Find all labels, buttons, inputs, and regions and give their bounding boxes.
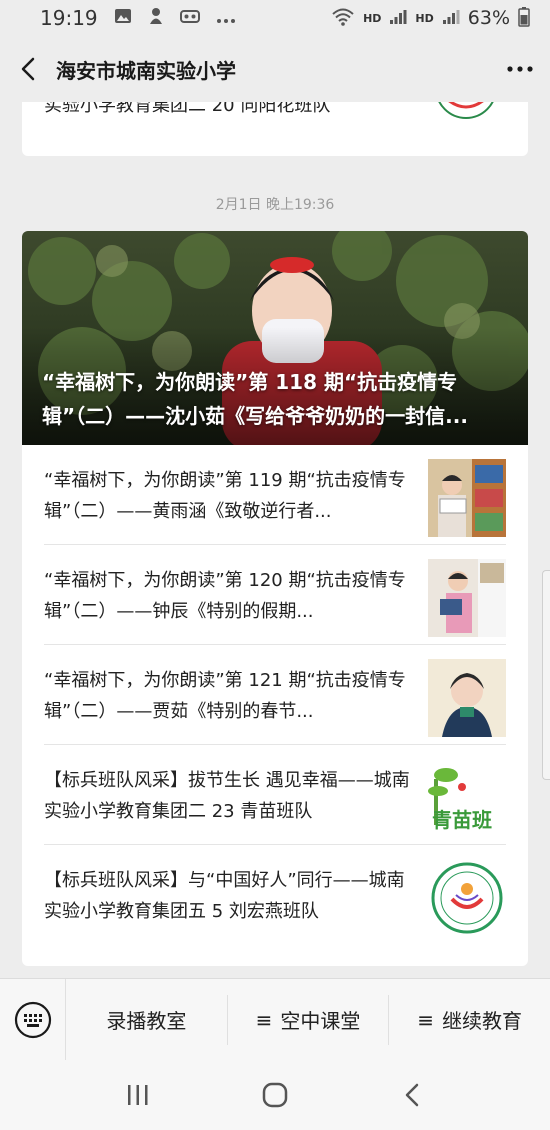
article-item[interactable]: “幸福树下，为你朗读”第 121 期“抗击疫情专辑”（二）——贾茹《特别的春节.… <box>44 645 506 745</box>
more-options-button[interactable] <box>490 36 550 102</box>
signal-icon <box>442 9 460 28</box>
more-dots-icon <box>507 66 533 72</box>
back-button[interactable] <box>0 36 56 102</box>
menu-item-label: 空中课堂 <box>280 1009 361 1033</box>
home-button[interactable] <box>245 1065 305 1125</box>
message-list[interactable]: 实验小学教育集团二 20 向阳花班队 2月1日 晚上19:36 “幸福树下，为你… <box>0 102 550 978</box>
article-item[interactable]: “幸福树下，为你朗读”第 119 期“抗击疫情专辑”（二）——黄雨涵《致敬逆行者… <box>44 445 506 545</box>
signal-icon <box>389 9 407 28</box>
wifi-icon <box>331 8 355 29</box>
status-left: 19:19 <box>40 6 236 30</box>
menu-item-recording-classroom[interactable]: 录播教室 <box>66 994 228 1045</box>
class-logo-thumbnail: 青苗班 <box>428 759 506 837</box>
battery-percent: 63% <box>467 7 510 29</box>
article-title: 【标兵班队风采】与“中国好人”同行——城南实验小学教育集团五 5 刘宏燕班队 <box>44 870 405 922</box>
recent-apps-icon <box>128 1085 148 1105</box>
article-title: “幸福树下，为你朗读”第 119 期“抗击疫情专辑”（二）——黄雨涵《致敬逆行者… <box>44 470 406 522</box>
back-arrow-icon <box>21 57 35 81</box>
school-logo-thumbnail <box>434 102 498 120</box>
back-icon <box>405 1083 418 1107</box>
article-bundle-card: “幸福树下，为你朗读”第 118 期“抗击疫情专辑”（二）——沈小茹《写给爷爷奶… <box>22 231 528 966</box>
status-bar: 19:19 HD HD 63% <box>0 0 550 36</box>
article-thumbnail <box>428 559 506 637</box>
menu-item-air-classroom[interactable]: ≡ 空中课堂 <box>228 994 390 1045</box>
article-item[interactable]: “幸福树下，为你朗读”第 120 期“抗击疫情专辑”（二）——钟辰《特别的假期.… <box>44 545 506 645</box>
system-nav-bar <box>0 1060 550 1130</box>
article-title: 实验小学教育集团二 20 向阳花班队 <box>44 102 331 116</box>
home-icon <box>262 1082 288 1108</box>
article-title: 【标兵班队风采】拔节生长 遇见幸福——城南实验小学教育集团二 23 青苗班队 <box>44 770 410 822</box>
message-timestamp: 2月1日 晚上19:36 <box>215 197 335 213</box>
article-item[interactable]: 【标兵班队风采】拔节生长 遇见幸福——城南实验小学教育集团二 23 青苗班队 青… <box>44 745 506 845</box>
article-title: “幸福树下，为你朗读”第 120 期“抗击疫情专辑”（二）——钟辰《特别的假期.… <box>44 570 406 622</box>
status-time: 19:19 <box>40 6 98 30</box>
status-right: HD HD 63% <box>331 6 530 30</box>
recent-apps-button[interactable] <box>108 1065 168 1125</box>
previous-article-card[interactable]: 实验小学教育集团二 20 向阳花班队 <box>22 102 528 156</box>
scroll-handle[interactable] <box>542 570 550 780</box>
system-back-button[interactable] <box>382 1065 442 1125</box>
menu-item-label: 录播教室 <box>106 1009 187 1033</box>
article-thumbnail <box>428 459 506 537</box>
article-item[interactable]: 【标兵班队风采】与“中国好人”同行——城南实验小学教育集团五 5 刘宏燕班队 <box>44 845 506 945</box>
hero-article[interactable]: “幸福树下，为你朗读”第 118 期“抗击疫情专辑”（二）——沈小茹《写给爷爷奶… <box>22 231 528 445</box>
more-dots-icon <box>216 7 236 29</box>
nav-bar: 海安市城南实验小学 <box>0 36 550 102</box>
menu-item-label: 继续教育 <box>442 1009 523 1033</box>
article-thumbnail <box>428 659 506 737</box>
school-badge-thumbnail <box>428 859 506 937</box>
page-title: 海安市城南实验小学 <box>56 58 236 83</box>
keyboard-icon <box>14 1001 51 1038</box>
net1-label: HD <box>363 11 382 25</box>
vr-icon <box>179 7 200 29</box>
bottom-menu: 录播教室 ≡ 空中课堂 ≡ 继续教育 <box>0 978 550 1061</box>
keyboard-toggle-button[interactable] <box>0 978 66 1061</box>
net2-label: HD <box>415 11 434 25</box>
app-icon <box>148 7 164 30</box>
battery-icon <box>518 6 530 30</box>
hero-title: “幸福树下，为你朗读”第 118 期“抗击疫情专辑”（二）——沈小茹《写给爷爷奶… <box>42 370 468 428</box>
submenu-icon: ≡ <box>255 1007 273 1032</box>
image-icon <box>114 7 132 29</box>
class-logo-label: 青苗班 <box>432 808 492 832</box>
article-title: “幸福树下，为你朗读”第 121 期“抗击疫情专辑”（二）——贾茹《特别的春节.… <box>44 670 406 722</box>
menu-item-continuing-education[interactable]: ≡ 继续教育 <box>389 995 550 1045</box>
submenu-icon: ≡ <box>417 1007 435 1032</box>
